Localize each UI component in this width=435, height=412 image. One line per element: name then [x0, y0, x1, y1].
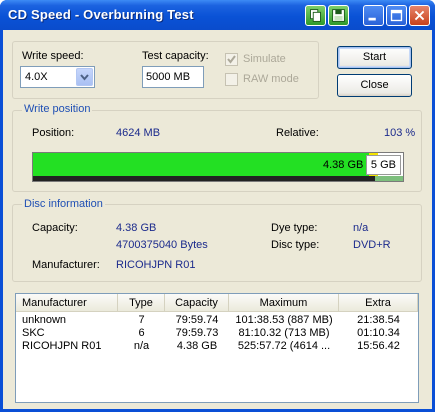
- progress-track-written: [33, 176, 375, 181]
- title-bar[interactable]: CD Speed - Overburning Test: [0, 0, 435, 30]
- position-label: Position:: [32, 127, 75, 139]
- column-header-maximum[interactable]: Maximum: [229, 294, 339, 312]
- cell-extra: 15:56.42: [357, 340, 400, 352]
- cell-type: 6: [138, 327, 145, 339]
- close-button[interactable]: Close: [337, 74, 412, 97]
- maximize-button[interactable]: [386, 5, 407, 26]
- save-button[interactable]: [328, 5, 349, 26]
- write-speed-select[interactable]: 4.0X: [20, 66, 95, 88]
- progress-track-remaining: [375, 176, 403, 181]
- column-header-type[interactable]: Type: [118, 294, 165, 312]
- cell-maximum: 101:38.53 (887 MB): [235, 314, 333, 326]
- manufacturer-label: Manufacturer:: [32, 259, 100, 271]
- cell-capacity: 79:59.73: [175, 327, 219, 339]
- cell-type: 7: [138, 314, 145, 326]
- cell-maximum: 81:10.32 (713 MB): [238, 327, 330, 339]
- column-header-capacity[interactable]: Capacity: [165, 294, 229, 312]
- save-icon: [332, 9, 345, 22]
- cell-capacity: 4.38 GB: [176, 340, 218, 352]
- table-row[interactable]: SKC 6 79:59.73 81:10.32 (713 MB) 01:10.34: [16, 327, 418, 340]
- simulate-checkbox[interactable]: [225, 53, 238, 66]
- test-capacity-label: Test capacity:: [142, 50, 209, 62]
- test-capacity-value: 5000 MB: [146, 71, 191, 83]
- capacity-bytes: 4700375040 Bytes: [116, 239, 208, 251]
- chevron-down-icon: [80, 74, 89, 81]
- minimize-button[interactable]: [363, 5, 384, 26]
- cell-manufacturer: RICOHJPN R01: [22, 340, 102, 352]
- results-list[interactable]: Manufacturer Type Capacity Maximum Extra…: [15, 293, 419, 403]
- cell-type: n/a: [133, 340, 150, 352]
- relative-value: 103 %: [384, 127, 416, 139]
- disc-capacity-mark: 4.38 GB: [323, 159, 364, 171]
- maximize-icon: [390, 9, 403, 22]
- relative-label: Relative:: [276, 127, 319, 139]
- dye-type-value: n/a: [353, 222, 369, 234]
- cell-manufacturer: unknown: [22, 314, 67, 326]
- disc-information-legend: Disc information: [22, 198, 105, 210]
- window-title: CD Speed - Overburning Test: [8, 7, 194, 22]
- test-capacity-input[interactable]: 5000 MB: [142, 66, 204, 88]
- copy-icon: [310, 9, 321, 22]
- write-progress-bar: 4.38 GB 5 GB: [32, 152, 404, 182]
- raw-mode-checkbox[interactable]: [225, 73, 238, 86]
- simulate-label: Simulate: [243, 53, 286, 65]
- close-icon: [414, 10, 425, 21]
- manufacturer-value: RICOHJPN R01: [116, 259, 196, 271]
- results-header: Manufacturer Type Capacity Maximum Extra: [16, 294, 418, 312]
- disc-type-label: Disc type:: [271, 239, 320, 251]
- cell-capacity: 79:59.74: [175, 314, 219, 326]
- close-window-button[interactable]: [409, 5, 430, 26]
- dropdown-button[interactable]: [76, 68, 93, 86]
- table-row[interactable]: unknown 7 79:59.74 101:38.53 (887 MB) 21:38.…: [16, 314, 418, 327]
- write-speed-label: Write speed:: [22, 50, 84, 62]
- table-row[interactable]: RICOHJPN R01 n/a 4.38 GB 525:57.72 (4614 ..…: [16, 340, 418, 353]
- minimize-icon: [368, 17, 376, 21]
- dialog-body: Write speed: 4.0X Test capacity: 5000 MB…: [3, 30, 432, 409]
- column-header-manufacturer[interactable]: Manufacturer: [16, 294, 118, 312]
- app-window: CD Speed - Overburning Test Write speed:…: [0, 0, 435, 412]
- copy-button[interactable]: [305, 5, 326, 26]
- position-value: 4624 MB: [116, 127, 161, 139]
- column-header-extra[interactable]: Extra: [339, 294, 418, 312]
- cell-manufacturer: SKC: [22, 327, 45, 339]
- disc-type-value: DVD+R: [353, 239, 391, 251]
- write-position-legend: Write position: [22, 103, 93, 115]
- test-capacity-mark: 5 GB: [365, 155, 401, 175]
- cell-maximum: 525:57.72 (4614 ...: [237, 340, 331, 352]
- cell-extra: 01:10.34: [357, 327, 400, 339]
- write-speed-value: 4.0X: [25, 71, 48, 83]
- capacity-value: 4.38 GB: [116, 222, 157, 234]
- capacity-label: Capacity:: [32, 222, 78, 234]
- cell-extra: 21:38.54: [357, 314, 400, 326]
- raw-mode-label: RAW mode: [243, 73, 299, 85]
- checkmark-icon: [227, 55, 236, 64]
- dye-type-label: Dye type:: [271, 222, 318, 234]
- start-button[interactable]: Start: [337, 46, 412, 69]
